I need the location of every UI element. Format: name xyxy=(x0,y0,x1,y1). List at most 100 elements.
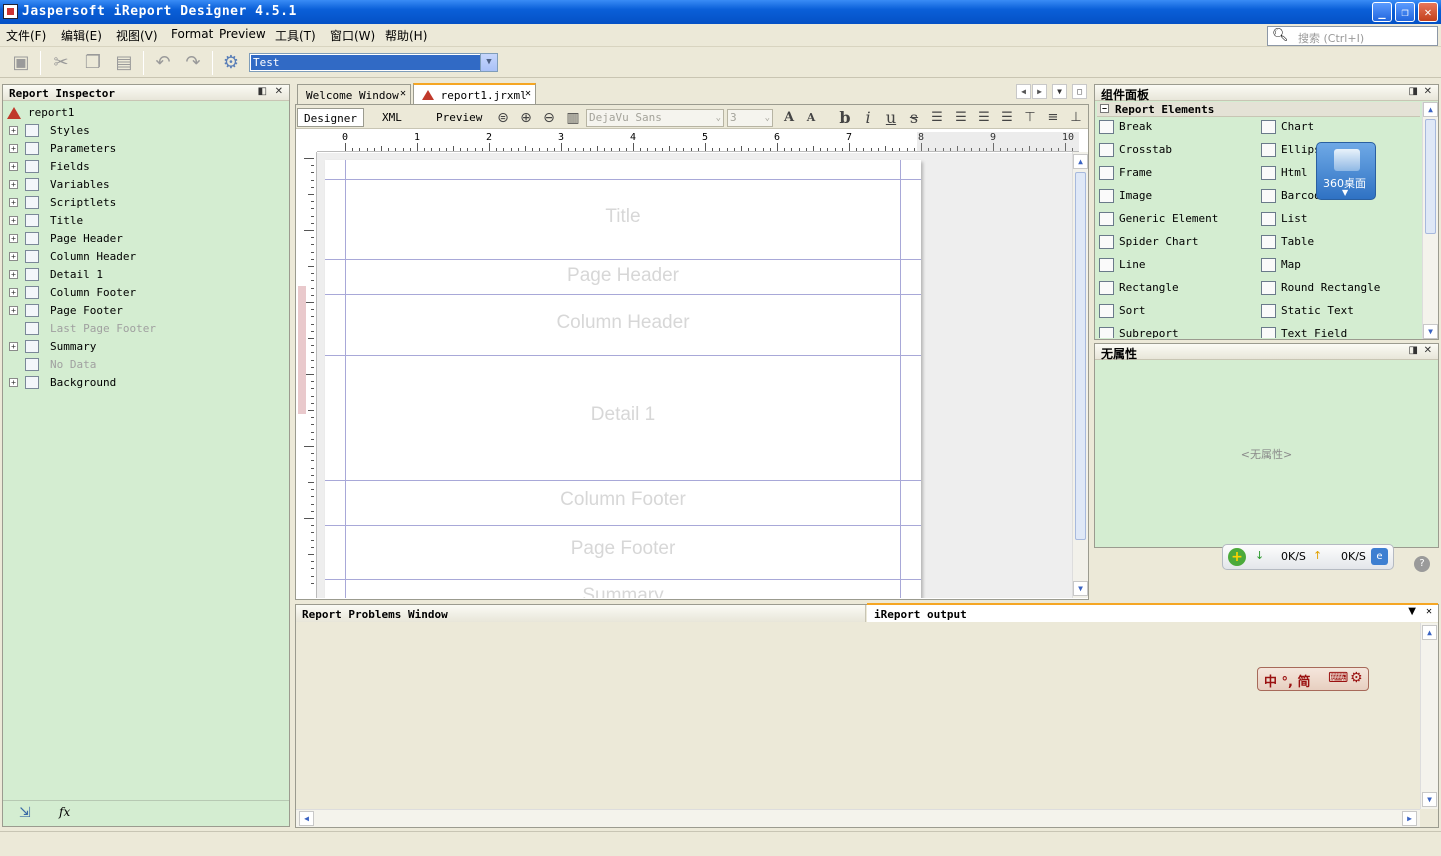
maximize-button[interactable]: ❐ xyxy=(1395,2,1415,22)
overlay-360-desktop[interactable]: 360桌面 ▼ xyxy=(1316,142,1376,200)
align-middle-icon[interactable]: ≡ xyxy=(1044,109,1062,127)
palette-section-header[interactable]: − Report Elements xyxy=(1097,102,1420,117)
collapse-icon[interactable]: − xyxy=(1100,104,1109,113)
menu-window[interactable]: 窗口(W) xyxy=(330,27,375,44)
ime-toolbar[interactable]: 中 °, 简 ⌨ ⚙ xyxy=(1257,667,1369,691)
netspeed-widget[interactable]: + ↓ 0K/S ↑ 0K/S e xyxy=(1222,544,1394,570)
menu-view[interactable]: 视图(V) xyxy=(116,27,158,44)
tree-item-page-footer[interactable]: + Page Footer xyxy=(3,302,283,320)
expand-icon[interactable]: + xyxy=(9,180,18,189)
scroll-left-icon[interactable]: ◀ xyxy=(299,811,314,826)
tree-item-page-header[interactable]: + Page Header xyxy=(3,230,283,248)
paste-format-icon[interactable]: ▥ xyxy=(564,109,582,127)
menu-preview[interactable]: Preview xyxy=(219,27,266,41)
paste-icon[interactable]: ▤ xyxy=(113,52,135,74)
datasource-icon[interactable]: ⚙ xyxy=(220,52,242,74)
output-vertical-scrollbar[interactable]: ▲ ▼ xyxy=(1420,623,1438,809)
design-canvas[interactable]: Title Page Header Column Header Detail 1… xyxy=(317,153,1072,598)
close-panel-icon[interactable]: ✕ xyxy=(275,86,283,97)
output-horizontal-scrollbar[interactable]: ◀ ▶ xyxy=(296,809,1420,827)
align-top-icon[interactable]: ⊤ xyxy=(1021,109,1039,127)
band-summary[interactable]: Summary xyxy=(325,580,921,598)
band-page-header[interactable]: Page Header xyxy=(325,260,921,295)
report-page[interactable]: Title Page Header Column Header Detail 1… xyxy=(325,160,921,598)
tree-item-scriptlets[interactable]: + Scriptlets xyxy=(3,194,283,212)
palette-scrollbar[interactable]: ▲ ▼ xyxy=(1422,102,1438,339)
scroll-thumb[interactable] xyxy=(1425,119,1436,234)
add-icon[interactable]: ⇲ xyxy=(19,805,31,821)
expand-icon[interactable]: + xyxy=(9,378,18,387)
italic-icon[interactable]: i xyxy=(859,109,877,127)
menu-help[interactable]: 帮助(H) xyxy=(385,27,427,44)
output-text-area[interactable] xyxy=(296,623,1420,809)
increase-font-icon[interactable]: A xyxy=(780,109,798,127)
expand-icon[interactable]: + xyxy=(9,216,18,225)
chevron-down-icon[interactable]: ▼ xyxy=(480,54,497,71)
tree-item-summary[interactable]: + Summary xyxy=(3,338,283,356)
strikethrough-icon[interactable]: s xyxy=(905,109,923,127)
undo-icon[interactable]: ↶ xyxy=(152,52,174,74)
tree-item-background[interactable]: + Background xyxy=(3,374,283,392)
close-panel-icon[interactable]: ✕ xyxy=(1424,345,1432,356)
tree-item-fields[interactable]: + Fields xyxy=(3,158,283,176)
panel-menu-icon[interactable]: ▼ xyxy=(1408,606,1416,617)
scroll-thumb[interactable] xyxy=(1075,172,1086,540)
tree-item-column-footer[interactable]: + Column Footer xyxy=(3,284,283,302)
tab-problems-window[interactable]: Report Problems Window xyxy=(296,605,866,622)
tab-welcome-window[interactable]: Welcome Window ✕ xyxy=(297,84,411,104)
bold-icon[interactable]: b xyxy=(836,109,854,127)
search-box[interactable]: 🔍︎ 搜索 (Ctrl+I) xyxy=(1267,26,1438,46)
close-panel-icon[interactable]: ✕ xyxy=(1424,86,1432,97)
tree-item-no-data[interactable]: No Data xyxy=(3,356,283,374)
close-icon[interactable]: ✕ xyxy=(525,88,531,99)
expand-icon[interactable]: + xyxy=(9,162,18,171)
tab-ireport-output[interactable]: iReport output ▼ ✕ xyxy=(867,603,1438,622)
scroll-up-icon[interactable]: ▲ xyxy=(1073,154,1088,169)
scroll-down-icon[interactable]: ▼ xyxy=(1423,324,1438,339)
expand-icon[interactable]: + xyxy=(9,288,18,297)
expand-icon[interactable]: + xyxy=(9,198,18,207)
menu-format[interactable]: Format xyxy=(171,27,213,41)
datasource-combo[interactable]: Test ▼ xyxy=(249,53,498,72)
redo-icon[interactable]: ↷ xyxy=(182,52,204,74)
tree-item-parameters[interactable]: + Parameters xyxy=(3,140,283,158)
align-right-icon[interactable]: ☰ xyxy=(998,109,1016,127)
expand-icon[interactable]: + xyxy=(9,144,18,153)
save-icon[interactable]: ▣ xyxy=(10,52,32,74)
minimize-panel-icon[interactable]: ◨ xyxy=(1409,345,1418,356)
zoom-out-icon[interactable]: ⊖ xyxy=(540,109,558,127)
maximize-editor-icon[interactable]: □ xyxy=(1072,84,1087,99)
align-left-icon[interactable]: ☰ xyxy=(928,109,946,127)
expand-icon[interactable]: + xyxy=(9,342,18,351)
scroll-down-icon[interactable]: ▼ xyxy=(1422,792,1437,807)
tree-item-styles[interactable]: + Styles xyxy=(3,122,283,140)
expand-icon[interactable]: + xyxy=(9,126,18,135)
close-icon[interactable]: ✕ xyxy=(400,88,406,99)
zoom-in-icon[interactable]: ⊕ xyxy=(517,109,535,127)
expand-icon[interactable]: + xyxy=(9,252,18,261)
expand-icon[interactable]: + xyxy=(9,270,18,279)
tab-scroll-right-icon[interactable]: ▶ xyxy=(1032,84,1047,99)
band-title[interactable]: Title xyxy=(325,180,921,260)
tab-report1[interactable]: report1.jrxml ✕ xyxy=(413,83,536,104)
tab-list-icon[interactable]: ▼ xyxy=(1052,84,1067,99)
tree-root[interactable]: report1 xyxy=(3,104,283,122)
minimize-button[interactable]: _ xyxy=(1372,2,1392,22)
keyboard-icon[interactable]: ⌨ xyxy=(1328,670,1348,686)
align-bottom-icon[interactable]: ⊥ xyxy=(1067,109,1085,127)
subtab-xml[interactable]: XML xyxy=(376,108,408,127)
tree-item-column-header[interactable]: + Column Header xyxy=(3,248,283,266)
tree-item-last-page-footer[interactable]: Last Page Footer xyxy=(3,320,283,338)
settings-icon[interactable]: ⚙ xyxy=(1350,670,1363,686)
decrease-font-icon[interactable]: A xyxy=(802,109,820,127)
underline-icon[interactable]: u xyxy=(882,109,900,127)
scroll-up-icon[interactable]: ▲ xyxy=(1422,625,1437,640)
band-page-footer[interactable]: Page Footer xyxy=(325,526,921,580)
tab-scroll-left-icon[interactable]: ◀ xyxy=(1016,84,1031,99)
expression-icon[interactable]: fx xyxy=(59,805,70,819)
minimize-panel-icon[interactable]: ◨ xyxy=(1409,86,1418,97)
tree-item-title[interactable]: + Title xyxy=(3,212,283,230)
scroll-up-icon[interactable]: ▲ xyxy=(1423,102,1438,117)
scroll-right-icon[interactable]: ▶ xyxy=(1402,811,1417,826)
minimize-panel-icon[interactable]: ◧ xyxy=(258,86,267,97)
